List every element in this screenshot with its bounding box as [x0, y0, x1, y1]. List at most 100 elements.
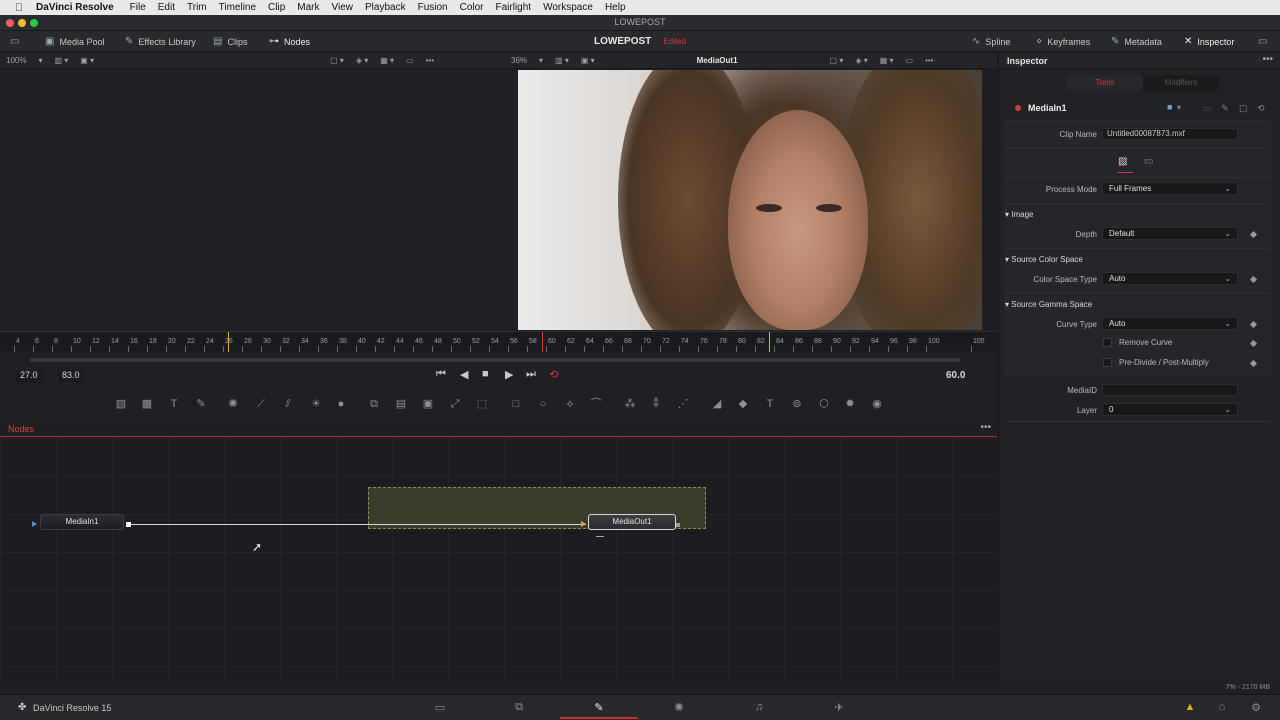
viewer-lut-icon[interactable]: ◈ ▾ [855, 56, 867, 65]
tab-modifiers[interactable]: Modifiers [1143, 75, 1219, 91]
color-page-icon[interactable]: ✺ [672, 701, 686, 715]
keyframes-button[interactable]: ⋄ Keyframes [1036, 31, 1090, 52]
clip-name-field[interactable]: Untitled00087873.mxf [1102, 128, 1238, 140]
metadata-button[interactable]: ✎ Metadata [1111, 31, 1162, 52]
more-options-icon[interactable]: ••• [925, 56, 933, 65]
left-viewer[interactable] [0, 70, 517, 330]
viewer-lut-icon[interactable]: ◈ ▾ [356, 56, 368, 65]
menu-clip[interactable]: Clip [268, 2, 285, 13]
matte-control-tool-icon[interactable]: ▣ [420, 396, 436, 412]
curve-type-dropdown[interactable]: Auto ⌄ [1102, 317, 1238, 330]
viewer-layout-icon[interactable]: ▥ ▾ [54, 56, 68, 65]
viewer-channel-icon[interactable]: ▢ ▾ [830, 56, 844, 65]
warning-icon[interactable]: ▲ [1183, 701, 1197, 715]
tab-tools[interactable]: Tools [1067, 75, 1143, 91]
playhead-marker[interactable] [542, 332, 543, 352]
blur-tool-icon[interactable]: ⟋ [253, 396, 269, 412]
go-to-start-button[interactable]: ⏮ [436, 368, 446, 381]
particle-force-icon[interactable]: ⋰ [675, 396, 691, 412]
image-plane-3d-icon[interactable]: ◢ [709, 396, 725, 412]
light-3d-icon[interactable]: ✹ [842, 396, 858, 412]
section-image[interactable]: ▾ Image [1005, 210, 1269, 219]
polygon-mask-icon[interactable]: ⟡ [562, 396, 578, 412]
menu-fairlight[interactable]: Fairlight [496, 2, 532, 13]
image-tab-icon[interactable]: ▨ [1118, 156, 1127, 167]
more-options-icon[interactable]: ••• [980, 422, 991, 433]
chevron-down-icon[interactable]: ▾ [38, 56, 42, 65]
menu-fusion[interactable]: Fusion [418, 2, 448, 13]
node-mediain[interactable]: MediaIn1 [40, 514, 124, 530]
lock-icon[interactable]: ▢ [1239, 103, 1248, 114]
node-enable-icon[interactable] [1015, 105, 1021, 111]
viewer-channel-icon[interactable]: ▢ ▾ [330, 56, 344, 65]
output-port-icon[interactable] [676, 523, 680, 527]
mediaid-field[interactable] [1102, 384, 1238, 396]
viewer-layout-icon[interactable]: ▥ ▾ [555, 56, 569, 65]
paint-tool-icon[interactable]: ✎ [193, 396, 209, 412]
camera-3d-icon[interactable]: ⬡ [816, 396, 832, 412]
menu-edit[interactable]: Edit [158, 2, 175, 13]
menu-app-name[interactable]: DaVinci Resolve [36, 2, 114, 13]
viewer-roi-icon[interactable]: ▭ [906, 56, 914, 65]
toolbar-options-button[interactable]: ▭ [1258, 31, 1267, 52]
viewer-options-icon[interactable]: ▣ ▾ [80, 56, 94, 65]
media-page-icon[interactable]: ▭ [433, 701, 447, 715]
merge-tool-icon[interactable]: ⧉ [366, 396, 382, 412]
chevron-down-icon[interactable]: ▾ [539, 56, 543, 65]
menu-view[interactable]: View [332, 2, 354, 13]
crop-tool-icon[interactable]: ⬚ [474, 396, 490, 412]
text-tool-icon[interactable]: T [166, 396, 182, 412]
predivide-checkbox[interactable] [1103, 358, 1112, 367]
menu-file[interactable]: File [130, 2, 146, 13]
particle-render-icon[interactable]: ⁑ [648, 396, 664, 412]
menu-color[interactable]: Color [460, 2, 484, 13]
menu-timeline[interactable]: Timeline [219, 2, 256, 13]
text-3d-icon[interactable]: T [762, 396, 778, 412]
current-frame-field[interactable]: 60.0 [942, 369, 969, 383]
bspline-mask-icon[interactable]: ⌒ [588, 396, 604, 412]
apple-icon[interactable]:  [12, 2, 26, 14]
menu-trim[interactable]: Trim [187, 2, 207, 13]
left-viewer-zoom[interactable]: 100% [6, 56, 26, 65]
section-source-gamma-space[interactable]: ▾ Source Gamma Space [1005, 300, 1269, 309]
color-space-type-dropdown[interactable]: Auto ⌄ [1102, 272, 1238, 285]
node-mediaout[interactable]: MediaOut1 [588, 514, 676, 530]
rectangle-mask-icon[interactable]: □ [508, 396, 524, 412]
channel-booleans-tool-icon[interactable]: ▤ [393, 396, 409, 412]
merge-3d-icon[interactable]: ⊚ [789, 396, 805, 412]
ellipse-mask-icon[interactable]: ○ [535, 396, 551, 412]
shape-3d-icon[interactable]: ◆ [735, 396, 751, 412]
output-port-icon[interactable] [126, 522, 131, 527]
particle-emitter-icon[interactable]: ⁂ [622, 396, 638, 412]
deliver-page-icon[interactable]: ✈ [832, 701, 846, 715]
background-tool-icon[interactable]: ▨ [113, 396, 129, 412]
menu-help[interactable]: Help [605, 2, 626, 13]
color-picker-tool-icon[interactable]: ● [333, 396, 349, 412]
chevron-down-icon[interactable]: ▾ [1177, 103, 1181, 112]
stop-button[interactable]: ■ [482, 368, 489, 380]
version-icon[interactable]: ▭ [1203, 103, 1212, 114]
section-source-color-space[interactable]: ▾ Source Color Space [1005, 255, 1269, 264]
inspector-button[interactable]: ✕ Inspector [1184, 31, 1234, 52]
home-icon[interactable]: ⌂ [1215, 701, 1229, 715]
play-forward-button[interactable]: ▶ [505, 368, 513, 381]
fusion-page-icon[interactable]: ✎ [592, 701, 606, 715]
play-reverse-button[interactable]: ◀ [460, 368, 468, 381]
more-options-icon[interactable]: ••• [426, 56, 434, 65]
time-scrollbar[interactable] [30, 358, 960, 362]
fairlight-page-icon[interactable]: ♫ [752, 701, 766, 715]
menu-workspace[interactable]: Workspace [543, 2, 593, 13]
loader-tool-icon[interactable]: ▩ [139, 396, 155, 412]
process-mode-dropdown[interactable]: Full Frames ⌄ [1102, 182, 1238, 195]
render-end-marker[interactable] [769, 332, 770, 352]
transform-tool-icon[interactable]: ⤢ [447, 396, 463, 412]
layer-dropdown[interactable]: 0 ⌄ [1102, 403, 1238, 416]
renderer-3d-icon[interactable]: ◉ [869, 396, 885, 412]
gear-icon[interactable]: ⚙ [1249, 701, 1263, 715]
spline-button[interactable]: ∿ Spline [972, 31, 1010, 52]
pin-icon[interactable]: ✎ [1221, 103, 1229, 114]
node-color-icon[interactable]: ■ [1167, 102, 1172, 112]
menu-mark[interactable]: Mark [297, 2, 319, 13]
menu-playback[interactable]: Playback [365, 2, 406, 13]
remove-curve-checkbox[interactable] [1103, 338, 1112, 347]
